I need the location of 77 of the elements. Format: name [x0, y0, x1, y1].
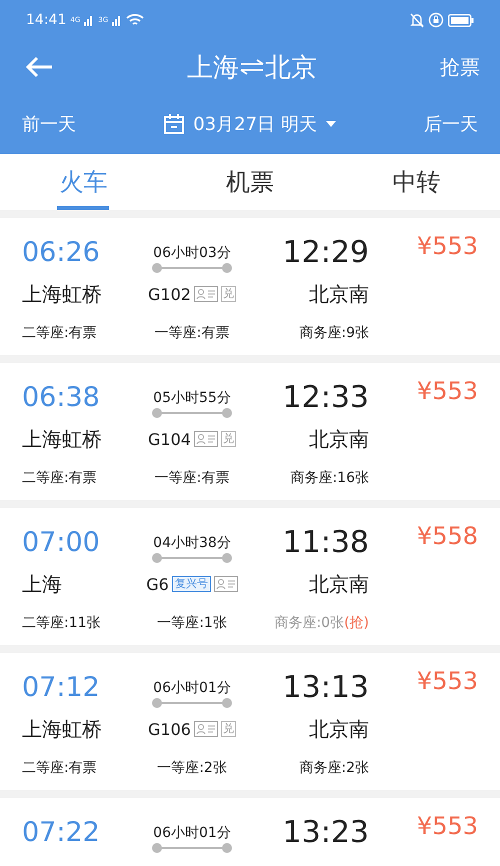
arrival-time: 12:29: [282, 234, 369, 270]
train-number: G104: [148, 430, 191, 448]
seat-availability: 一等座:2张: [157, 759, 227, 777]
seat-availability: 商务座:16张: [290, 469, 369, 487]
price: ¥553: [416, 667, 478, 695]
duration: 06小时01分: [153, 824, 231, 842]
duration: 04小时38分: [153, 534, 231, 552]
arrival-station: 北京南: [309, 570, 369, 598]
departure-time: 06:38: [22, 382, 101, 412]
arrival-time: 12:33: [282, 380, 369, 414]
arrival-station: 北京南: [309, 426, 369, 452]
id-card-icon: [194, 431, 218, 447]
swap-icon[interactable]: [239, 59, 265, 75]
seat-availability: 二等座:有票: [22, 324, 98, 342]
departure-station: 上海虹桥: [22, 426, 103, 452]
calendar-icon: [163, 113, 186, 135]
destination-city: 北京: [265, 52, 317, 84]
battery-icon: [448, 14, 474, 26]
tab[interactable]: 中转: [390, 154, 443, 210]
arrival-time: 13:13: [282, 670, 369, 704]
caret-icon: [324, 120, 337, 128]
departure-station: 上海虹桥: [22, 280, 103, 308]
departure-station: 上海虹桥: [22, 716, 103, 742]
arrival-station: 北京南: [309, 280, 369, 308]
seat-availability: 一等座:有票: [154, 324, 230, 342]
route-line-icon: [151, 697, 233, 709]
id-card-icon: [194, 721, 218, 737]
duration: 05小时55分: [153, 389, 231, 407]
arrival-station: 北京南: [309, 716, 369, 742]
train-number: G106: [148, 720, 191, 738]
lock-icon: [428, 12, 444, 28]
seat-availability: 二等座:有票: [22, 469, 98, 487]
duration: 06小时01分: [153, 679, 231, 697]
duration: 06小时03分: [153, 244, 231, 262]
departure-time: 07:00: [22, 526, 101, 558]
route-line-icon: [151, 842, 233, 854]
train-number: G102: [148, 284, 191, 304]
ticket-badge: 兑: [220, 286, 236, 302]
signal-icon: [84, 14, 94, 26]
seat-availability: 商务座:9张: [299, 324, 369, 342]
ticket-badge: 兑: [220, 431, 236, 447]
train-card[interactable]: 07:22 06小时01分 13:23 ¥553: [0, 798, 500, 866]
signal-icon: [112, 14, 122, 26]
seat-availability: 商务座:2张: [299, 759, 369, 777]
seat-availability: 二等座:有票: [22, 759, 98, 777]
train-card[interactable]: 07:00 04小时38分 11:38 ¥558 上海 G6 复兴号 北京南 二等座:11张 一等座:1张 商务座:0张(抢): [0, 508, 500, 645]
train-type-badge: 复兴号: [172, 576, 211, 592]
origin-city: 上海: [187, 52, 239, 84]
price: ¥553: [416, 377, 478, 405]
id-card-icon: [194, 286, 218, 302]
seat-availability: 二等座:11张: [22, 614, 102, 632]
price: ¥558: [416, 522, 478, 550]
train-card[interactable]: 07:12 06小时01分 13:13 ¥553 上海虹桥 G106 兑 北京南 二等座:有票 一等座:2张 商务座:2张: [0, 653, 500, 790]
wifi-icon: [126, 13, 144, 27]
departure-time: 07:22: [22, 816, 101, 848]
route-line-icon: [151, 552, 233, 564]
departure-station: 上海: [22, 570, 63, 598]
departure-time: 07:12: [22, 672, 101, 702]
bell-muted-icon: [410, 12, 424, 28]
arrival-time: 13:23: [282, 814, 369, 850]
train-number: G6: [146, 574, 169, 594]
seat-availability: 商务座:0张(抢): [274, 614, 369, 632]
seat-availability: 一等座:1张: [157, 614, 227, 632]
clock: 14:41: [26, 12, 66, 28]
id-card-icon: [214, 576, 238, 592]
ticket-badge: 兑: [220, 721, 236, 737]
route-line-icon: [151, 262, 233, 274]
departure-time: 06:26: [22, 236, 101, 268]
price: ¥553: [416, 232, 478, 260]
seat-availability: 一等座:有票: [154, 469, 230, 487]
price: ¥553: [416, 812, 478, 840]
tab[interactable]: 机票: [224, 154, 276, 210]
back-arrow-icon[interactable]: [24, 55, 54, 79]
train-card[interactable]: 06:26 06小时03分 12:29 ¥553 上海虹桥 G102 兑 北京南 二等座:有票 一等座:有票 商务座:9张: [0, 218, 500, 355]
train-card[interactable]: 06:38 05小时55分 12:33 ¥553 上海虹桥 G104 兑 北京南 二等座:有票 一等座:有票 商务座:16张: [0, 363, 500, 500]
route-line-icon: [151, 407, 233, 419]
arrival-time: 11:38: [282, 524, 369, 560]
